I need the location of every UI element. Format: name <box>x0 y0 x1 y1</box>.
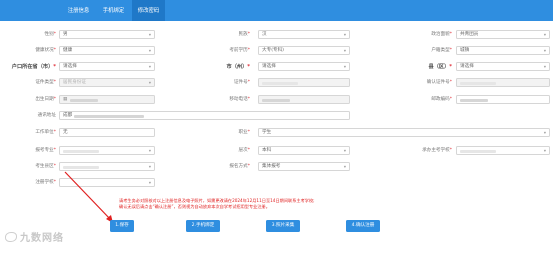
save-button[interactable]: 1.保存 <box>110 220 134 232</box>
brand-watermark: 九数网络 <box>5 232 64 246</box>
photo-capture-button[interactable]: 3.照片采集 <box>266 220 300 232</box>
brand-logo-icon <box>5 232 17 242</box>
confirm-registration-button[interactable]: 4.确认注册 <box>346 220 380 232</box>
bind-phone-button[interactable]: 2.手机绑定 <box>186 220 220 232</box>
annotation-arrow <box>64 171 113 223</box>
